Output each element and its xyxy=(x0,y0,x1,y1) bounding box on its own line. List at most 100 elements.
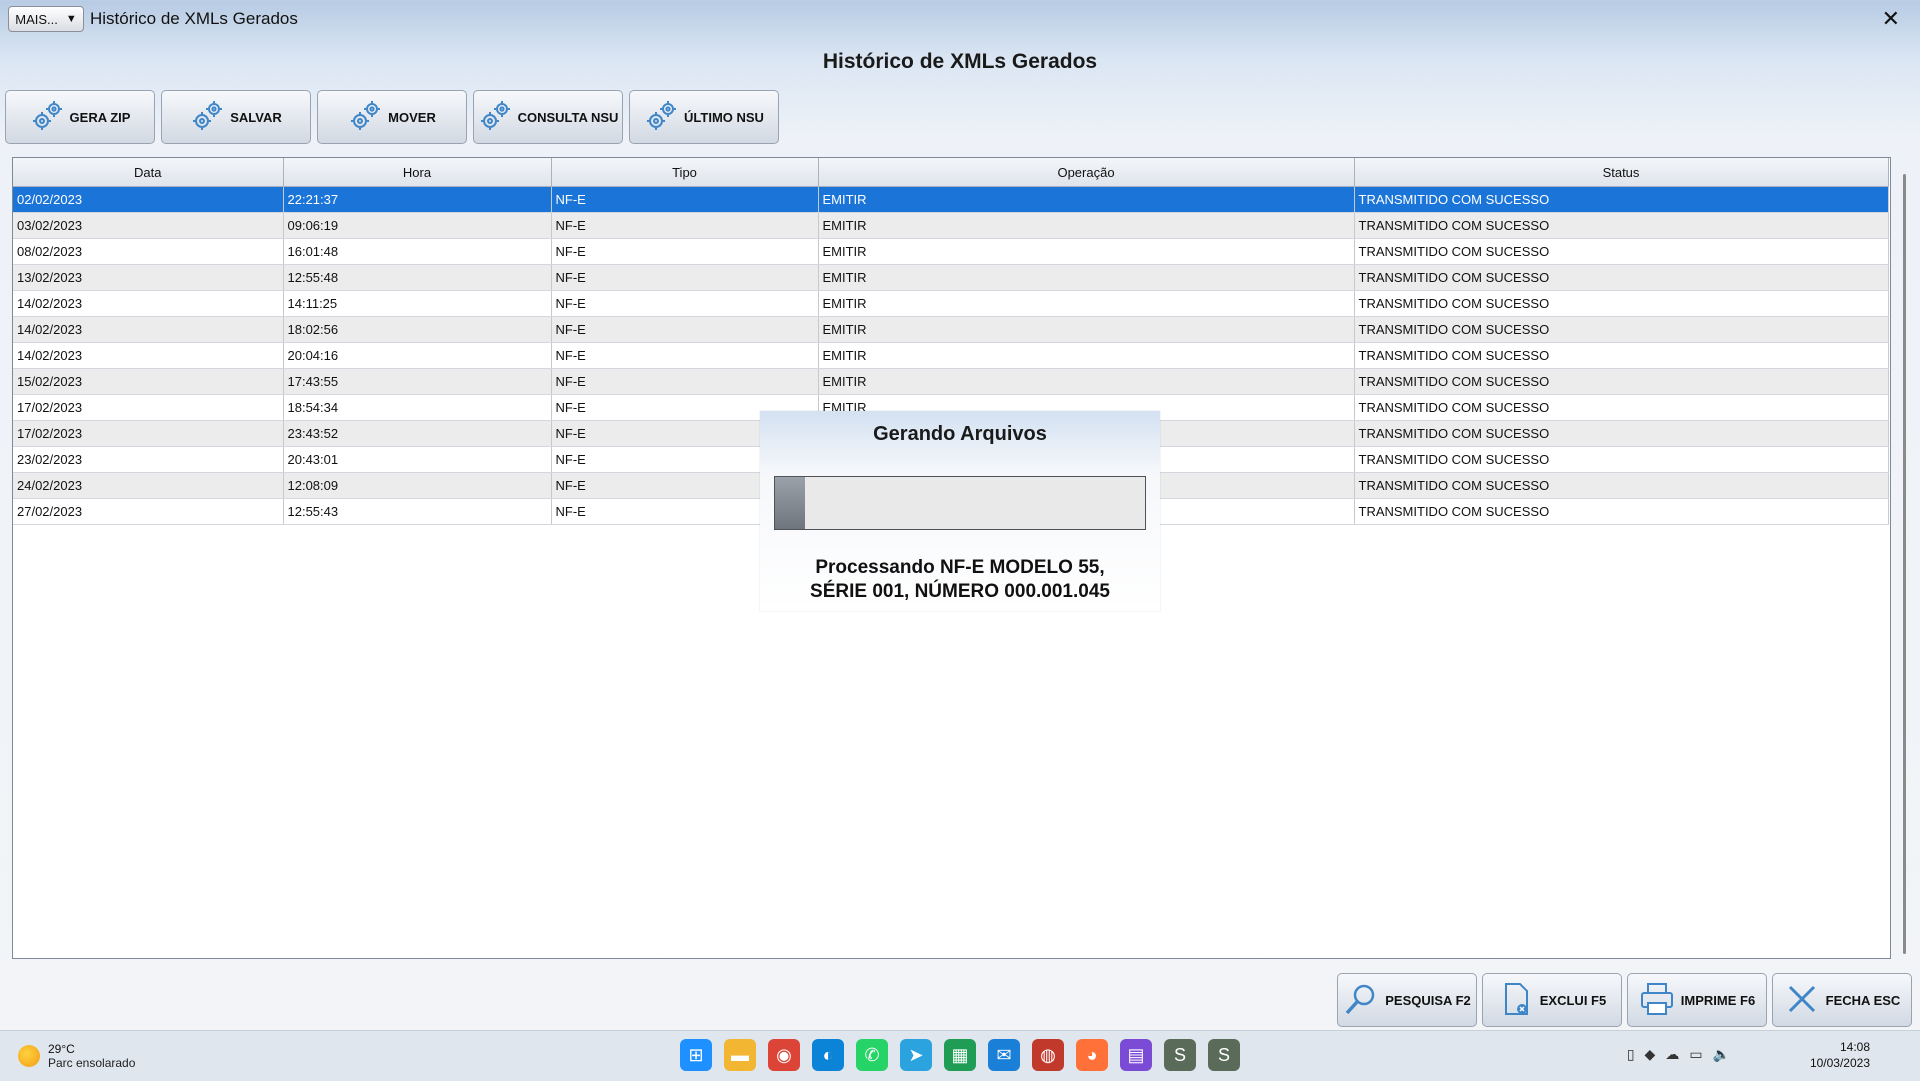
mais-label: MAIS... xyxy=(15,11,58,27)
column-header[interactable]: Data xyxy=(13,158,284,187)
taskbar: 29°C Parc ensolarado ⊞ ▬ ◉ ◐ ✆ ➤ ▦ ✉ ◍ ◕ ▤ S S ▯ ◆ ☁… xyxy=(0,1030,1920,1081)
volume-icon[interactable]: 🔈 xyxy=(1713,1046,1730,1063)
column-header[interactable]: Hora xyxy=(283,158,552,187)
toolbar-button-label: GERA ZIP xyxy=(69,109,131,125)
clock-time: 14:08 xyxy=(1839,1040,1870,1054)
table-cell: 27/02/2023 xyxy=(13,498,284,525)
table-cell: 08/02/2023 xyxy=(13,238,284,265)
gear-icon xyxy=(644,99,678,136)
imprime-f6-button[interactable]: IMPRIME F6 xyxy=(1627,973,1767,1027)
mais-dropdown-button[interactable]: MAIS... ▼ xyxy=(8,6,84,32)
gear-icon xyxy=(348,99,382,136)
mail-icon[interactable]: ✉ xyxy=(988,1039,1020,1071)
table-cell: 12:08:09 xyxy=(283,472,552,499)
mover-button[interactable]: MOVER xyxy=(317,90,467,144)
network-icon[interactable]: ▭ xyxy=(1689,1046,1702,1063)
chevron-down-icon: ▼ xyxy=(65,13,77,25)
consulta-nsu-button[interactable]: CONSULTA NSU xyxy=(473,90,623,144)
table-cell: TRANSMITIDO COM SUCESSO xyxy=(1354,316,1889,343)
table-cell: 02/02/2023 xyxy=(13,186,284,213)
table-row[interactable]: 14/02/2023 20:04:16 NF-E EMITIR TRANSMITIDO … xyxy=(13,342,1889,369)
exclui-f5-button[interactable]: EXCLUI F5 xyxy=(1482,973,1622,1027)
table-cell: EMITIR xyxy=(818,290,1355,317)
table-cell: 23:43:52 xyxy=(283,420,552,447)
vertical-scrollbar[interactable] xyxy=(1903,174,1906,954)
table-cell: 09:06:19 xyxy=(283,212,552,239)
table-cell: TRANSMITIDO COM SUCESSO xyxy=(1354,238,1889,265)
media-icon[interactable]: ▤ xyxy=(1120,1039,1152,1071)
table-cell: NF-E xyxy=(551,342,819,369)
table-cell: 17:43:55 xyxy=(283,368,552,395)
table-row[interactable]: 14/02/2023 18:02:56 NF-E EMITIR TRANSMITIDO … xyxy=(13,316,1889,343)
firefox-icon[interactable]: ◕ xyxy=(1076,1039,1108,1071)
table-cell: EMITIR xyxy=(818,238,1355,265)
table-row[interactable]: 03/02/2023 09:06:19 NF-E EMITIR TRANSMITIDO … xyxy=(13,212,1889,239)
gera-zip-button[interactable]: GERA ZIP xyxy=(5,90,155,144)
table-cell: EMITIR xyxy=(818,212,1355,239)
table-cell: 17/02/2023 xyxy=(13,420,284,447)
app-icon[interactable]: ◍ xyxy=(1032,1039,1064,1071)
table-row[interactable]: 14/02/2023 14:11:25 NF-E EMITIR TRANSMITIDO … xyxy=(13,290,1889,317)
bottom-button-label: FECHA ESC xyxy=(1825,992,1901,1008)
clock-date: 10/03/2023 xyxy=(1809,1056,1870,1070)
table-cell: TRANSMITIDO COM SUCESSO xyxy=(1354,264,1889,291)
clock[interactable]: 14:08 10/03/2023 xyxy=(1810,1039,1870,1071)
salvar-button[interactable]: SALVAR xyxy=(161,90,311,144)
table-cell: EMITIR xyxy=(818,316,1355,343)
delete-document-icon xyxy=(1498,981,1534,1020)
column-header[interactable]: Tipo xyxy=(551,158,819,187)
table-cell: NF-E xyxy=(551,290,819,317)
ltimo-nsu-button[interactable]: ÚLTIMO NSU xyxy=(629,90,779,144)
table-cell: 14:11:25 xyxy=(283,290,552,317)
table-cell: 17/02/2023 xyxy=(13,394,284,421)
table-cell: 22:21:37 xyxy=(283,186,552,213)
chrome-icon[interactable]: ◉ xyxy=(768,1039,800,1071)
toolbar-button-label: SALVAR xyxy=(230,109,282,125)
fecha-esc-button[interactable]: FECHA ESC xyxy=(1772,973,1912,1027)
table-cell: 12:55:48 xyxy=(283,264,552,291)
table-row[interactable]: 02/02/2023 22:21:37 NF-E EMITIR TRANSMITIDO … xyxy=(13,186,1889,213)
progress-bar-fill xyxy=(775,477,805,529)
edge-icon[interactable]: ◐ xyxy=(812,1039,844,1071)
sun-icon xyxy=(18,1045,40,1067)
gear-icon xyxy=(30,99,64,136)
file-explorer-icon[interactable]: ▬ xyxy=(724,1039,756,1071)
table-cell: 16:01:48 xyxy=(283,238,552,265)
shield-icon[interactable]: ◆ xyxy=(1645,1046,1656,1063)
cloud-icon[interactable]: ☁ xyxy=(1665,1046,1679,1063)
table-cell: 14/02/2023 xyxy=(13,290,284,317)
table-cell: 15/02/2023 xyxy=(13,368,284,395)
table-cell: 13/02/2023 xyxy=(13,264,284,291)
table-cell: EMITIR xyxy=(818,342,1355,369)
magnifier-icon xyxy=(1343,981,1379,1020)
bottom-button-label: IMPRIME F6 xyxy=(1680,992,1756,1008)
spreadsheet-icon[interactable]: ▦ xyxy=(944,1039,976,1071)
table-row[interactable]: 13/02/2023 12:55:48 NF-E EMITIR TRANSMITIDO … xyxy=(13,264,1889,291)
title-bar: MAIS... ▼ Histórico de XMLs Gerados ✕ xyxy=(0,0,1920,40)
table-row[interactable]: 15/02/2023 17:43:55 NF-E EMITIR TRANSMITIDO … xyxy=(13,368,1889,395)
column-header[interactable]: Status xyxy=(1354,158,1889,187)
bottom-button-label: PESQUISA F2 xyxy=(1385,992,1471,1008)
toolbar-button-label: CONSULTA NSU xyxy=(517,109,619,125)
windows-start-icon[interactable]: ⊞ xyxy=(680,1039,712,1071)
table-cell: TRANSMITIDO COM SUCESSO xyxy=(1354,498,1889,525)
table-cell: TRANSMITIDO COM SUCESSO xyxy=(1354,472,1889,499)
taskbar-apps: ⊞ ▬ ◉ ◐ ✆ ➤ ▦ ✉ ◍ ◕ ▤ S S xyxy=(680,1039,1240,1071)
erp-app-icon-2[interactable]: S xyxy=(1208,1039,1240,1071)
table-cell: 14/02/2023 xyxy=(13,342,284,369)
whatsapp-icon[interactable]: ✆ xyxy=(856,1039,888,1071)
weather-temp: 29°C xyxy=(48,1042,75,1056)
column-header[interactable]: Operação xyxy=(818,158,1355,187)
printer-icon xyxy=(1639,981,1675,1020)
table-cell: NF-E xyxy=(551,264,819,291)
table-cell: NF-E xyxy=(551,238,819,265)
close-window-button[interactable]: ✕ xyxy=(1882,6,1900,32)
pesquisa-f2-button[interactable]: PESQUISA F2 xyxy=(1337,973,1477,1027)
erp-app-icon[interactable]: S xyxy=(1164,1039,1196,1071)
table-row[interactable]: 08/02/2023 16:01:48 NF-E EMITIR TRANSMITIDO … xyxy=(13,238,1889,265)
usb-icon[interactable]: ▯ xyxy=(1627,1046,1635,1063)
toolbar-button-label: ÚLTIMO NSU xyxy=(684,109,764,125)
window-title: Histórico de XMLs Gerados xyxy=(90,9,298,28)
telegram-icon[interactable]: ➤ xyxy=(900,1039,932,1071)
weather-widget[interactable]: 29°C Parc ensolarado xyxy=(18,1042,135,1070)
